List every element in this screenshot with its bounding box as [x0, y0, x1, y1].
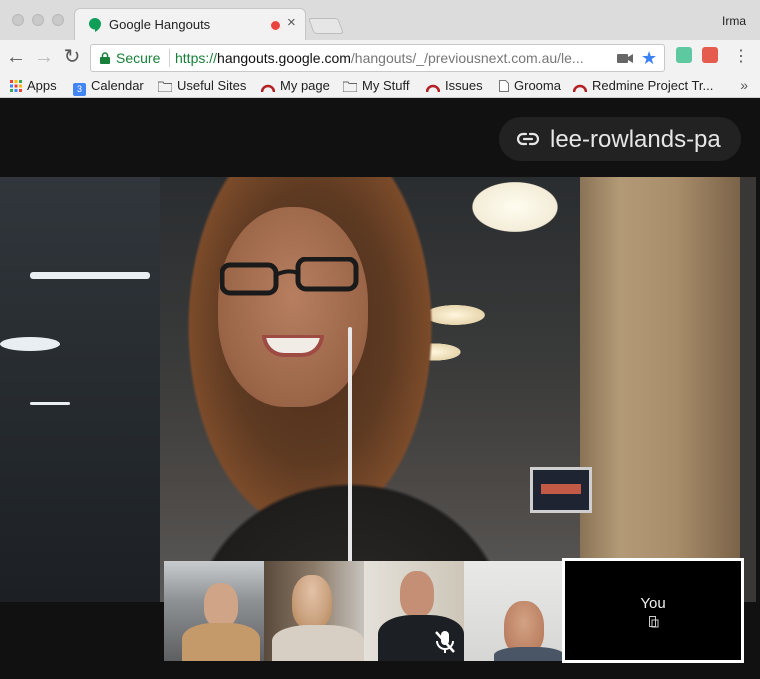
bookmark-issues[interactable]: Issues — [426, 78, 483, 93]
main-video-feed — [0, 177, 756, 602]
participant-thumbnail[interactable] — [364, 561, 464, 661]
participant-thumbnail[interactable] — [464, 561, 564, 661]
hangouts-icon — [89, 18, 101, 32]
profile-name[interactable]: Irma — [722, 14, 746, 28]
camera-off-icon — [649, 616, 659, 628]
bookmark-redmine-project[interactable]: Redmine Project Tr... — [573, 78, 713, 93]
participant-strip — [164, 561, 564, 661]
ceiling-light — [0, 337, 60, 351]
bookmark-useful-sites[interactable]: Useful Sites — [158, 78, 246, 93]
bookmark-grooma[interactable]: Grooma — [499, 78, 561, 93]
url-text[interactable]: https://hangouts.google.com/hangouts/_/p… — [175, 50, 605, 66]
tab-close-button[interactable]: × — [287, 14, 296, 31]
glasses — [220, 257, 359, 296]
room-link-button[interactable]: lee-rowlands-pa — [499, 117, 741, 161]
redmine-icon — [426, 84, 440, 92]
participant-face — [218, 207, 368, 407]
toolbar: ← → ↻ Secure https://hangouts.google.com… — [0, 40, 760, 76]
extension-green-icon[interactable] — [676, 47, 692, 63]
self-view-tile[interactable]: You — [562, 558, 744, 663]
folder-icon — [343, 81, 357, 92]
participant-thumbnail[interactable] — [264, 561, 364, 661]
main-participant — [120, 177, 580, 602]
participant-head — [292, 575, 332, 629]
address-bar[interactable]: Secure https://hangouts.google.com/hango… — [90, 44, 665, 72]
folder-icon — [158, 81, 172, 92]
room-name: lee-rowlands-pa — [550, 126, 721, 153]
lock-icon — [100, 52, 110, 64]
link-icon — [517, 132, 539, 146]
bookmark-calendar[interactable]: 3 Calendar — [73, 78, 144, 96]
ceiling-light — [30, 402, 70, 405]
apps-grid-icon — [10, 80, 22, 92]
microphone-muted-icon — [435, 631, 455, 653]
browser-chrome: Google Hangouts × Irma ← → ↻ Secure http… — [0, 0, 760, 98]
record-dot-icon — [270, 20, 281, 31]
redmine-icon — [261, 84, 275, 92]
bookmark-star-icon[interactable]: ★ — [641, 48, 657, 68]
extension-todoist-icon[interactable] — [702, 47, 718, 63]
bookmark-apps[interactable]: Apps — [10, 78, 57, 93]
calendar-icon: 3 — [73, 83, 86, 96]
bookmarks-overflow-button[interactable]: » — [740, 77, 748, 93]
participant-body — [182, 623, 260, 661]
self-label: You — [640, 595, 666, 612]
redmine-icon — [573, 84, 587, 92]
wooden-pillar — [580, 177, 740, 602]
participant-body — [494, 647, 564, 661]
page-icon — [499, 80, 509, 92]
earphone-cable — [348, 327, 352, 577]
bookmark-my-stuff[interactable]: My Stuff — [343, 78, 409, 93]
bookmarks-bar: Apps 3 Calendar Useful Sites My page My S… — [0, 76, 760, 98]
secure-label: Secure — [116, 50, 161, 66]
office-wall — [740, 177, 756, 602]
reload-button[interactable]: ↻ — [61, 46, 83, 68]
forward-button[interactable]: → — [33, 46, 55, 68]
camera-icon[interactable] — [617, 53, 633, 64]
tab-strip: Google Hangouts × Irma — [0, 0, 760, 40]
participant-thumbnail[interactable] — [164, 561, 264, 661]
participant-head — [400, 571, 434, 617]
new-tab-button[interactable] — [308, 18, 344, 34]
tab-google-hangouts[interactable]: Google Hangouts × — [74, 8, 306, 40]
address-separator — [169, 49, 170, 67]
participant-body — [272, 625, 364, 661]
participant-head — [204, 583, 238, 627]
maximize-window-button[interactable] — [52, 14, 64, 26]
tab-title: Google Hangouts — [109, 17, 211, 32]
back-button[interactable]: ← — [5, 46, 27, 68]
close-window-button[interactable] — [12, 14, 24, 26]
browser-menu-button[interactable]: ⋮ — [733, 47, 749, 67]
minimize-window-button[interactable] — [32, 14, 44, 26]
bookmark-my-page[interactable]: My page — [261, 78, 330, 93]
